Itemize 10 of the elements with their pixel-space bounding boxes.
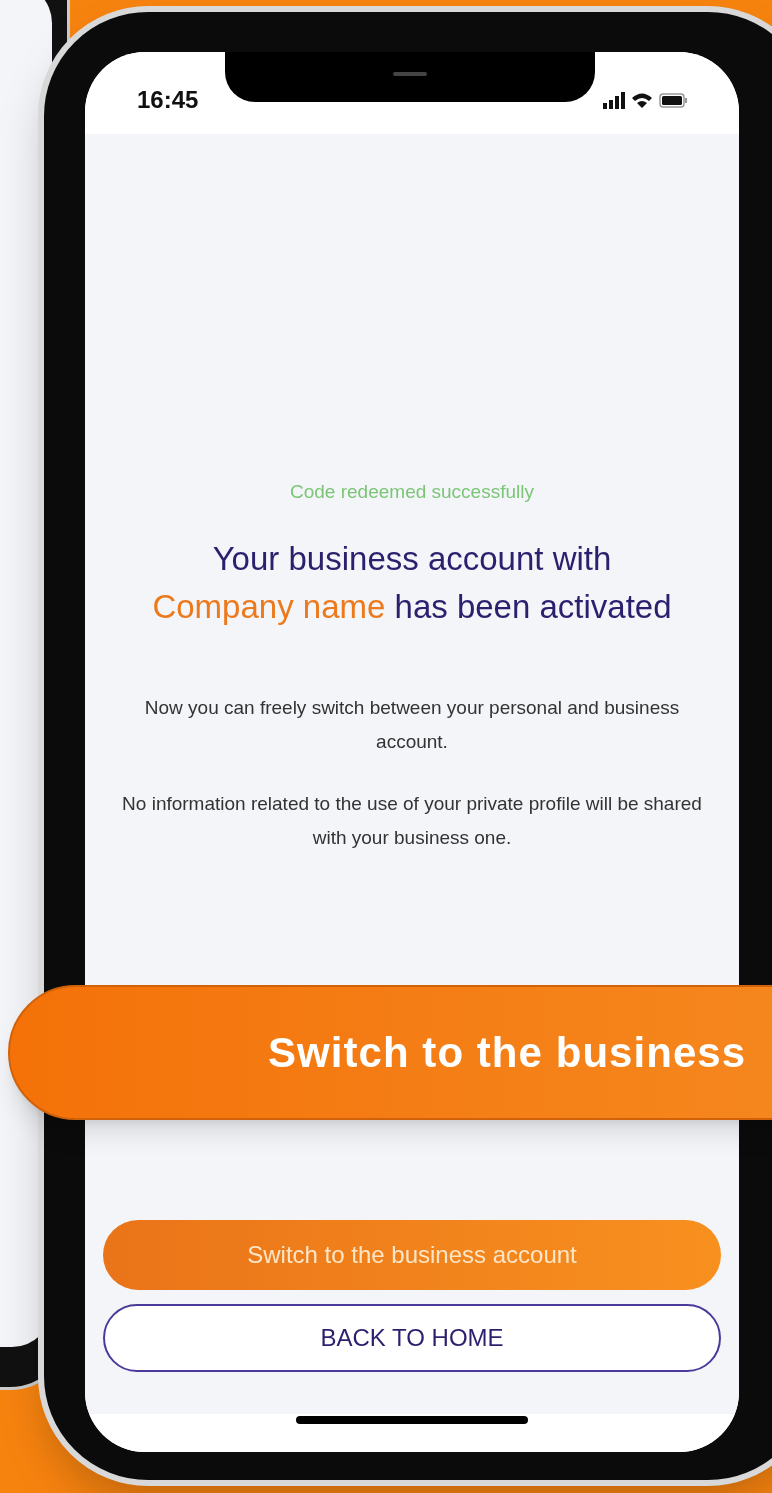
- callout-text: Switch to the business: [268, 1028, 747, 1078]
- wifi-icon: [632, 91, 652, 109]
- status-time: 16:45: [137, 85, 199, 115]
- battery-icon: [659, 92, 687, 108]
- signal-icon: [603, 91, 625, 109]
- activation-heading: Your business account with Company name has been activated: [152, 538, 672, 627]
- info-paragraph: No information related to the use of your private profile will be shared with your business one.: [121, 791, 703, 850]
- info-paragraph: Now you can freely switch between your personal and business account.: [143, 695, 681, 754]
- success-message: Code redeemed successfully: [290, 480, 534, 504]
- back-home-button[interactable]: BACK TO HOME: [103, 1304, 721, 1372]
